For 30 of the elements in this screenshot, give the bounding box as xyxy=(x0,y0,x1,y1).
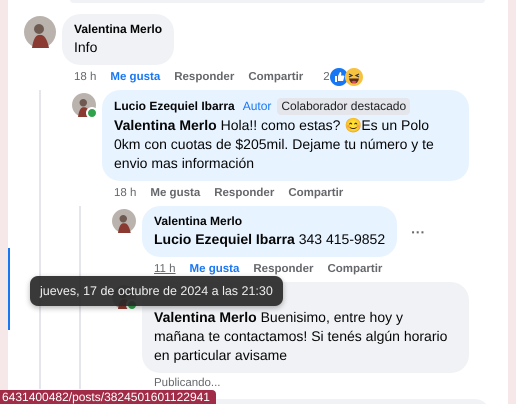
like-button[interactable]: Me gusta xyxy=(190,262,240,276)
date-tooltip: jueves, 17 de octubre de 2024 a las 21:30 xyxy=(30,276,283,306)
share-button[interactable]: Compartir xyxy=(327,262,382,276)
like-button[interactable]: Me gusta xyxy=(110,70,160,84)
comment-text: Lucio Ezequiel Ibarra 343 415-9852 xyxy=(154,230,386,249)
author-tag: Autor xyxy=(242,99,272,114)
author-name[interactable]: Valentina Merlo xyxy=(74,22,162,37)
timestamp-link[interactable]: 11 h xyxy=(154,262,176,276)
comment-text: Valentina Merlo Buenisimo, entre hoy y mañana te contactamos! Si tenés algún horario en particular avisame xyxy=(154,308,448,365)
share-button[interactable]: Compartir xyxy=(248,70,304,84)
comment-text: Info xyxy=(74,38,98,57)
timestamp-link[interactable]: 18 h xyxy=(114,186,136,200)
more-options-button[interactable]: ··· xyxy=(411,224,426,240)
reply-button[interactable]: Responder xyxy=(174,70,234,84)
avatar[interactable] xyxy=(112,209,136,233)
contributor-badge: Colaborador destacado xyxy=(277,98,410,115)
comment-text: Valentina Merlo Hola!! como estas? 😊Es un Polo 0km con cuotas de $205mil. Dejame tu número y te envio mas información xyxy=(114,116,435,173)
like-reaction-icon[interactable] xyxy=(330,68,348,86)
reply-button[interactable]: Responder xyxy=(214,186,274,200)
share-button[interactable]: Compartir xyxy=(288,186,344,200)
avatar[interactable] xyxy=(24,16,56,48)
link-status-bar: 6431400482/posts/3824501601122941 xyxy=(0,390,216,404)
author-name[interactable]: Valentina Merlo xyxy=(154,214,242,229)
reaction-count[interactable]: 2 xyxy=(323,70,330,84)
posting-status: Publicando... xyxy=(153,376,222,389)
author-name[interactable]: Lucio Ezequiel Ibarra xyxy=(114,99,235,114)
laughing-emoji-icon[interactable] xyxy=(344,68,363,86)
like-button[interactable]: Me gusta xyxy=(150,186,200,200)
timestamp-link[interactable]: 18 h xyxy=(74,70,96,84)
reply-button[interactable]: Responder xyxy=(253,262,314,276)
